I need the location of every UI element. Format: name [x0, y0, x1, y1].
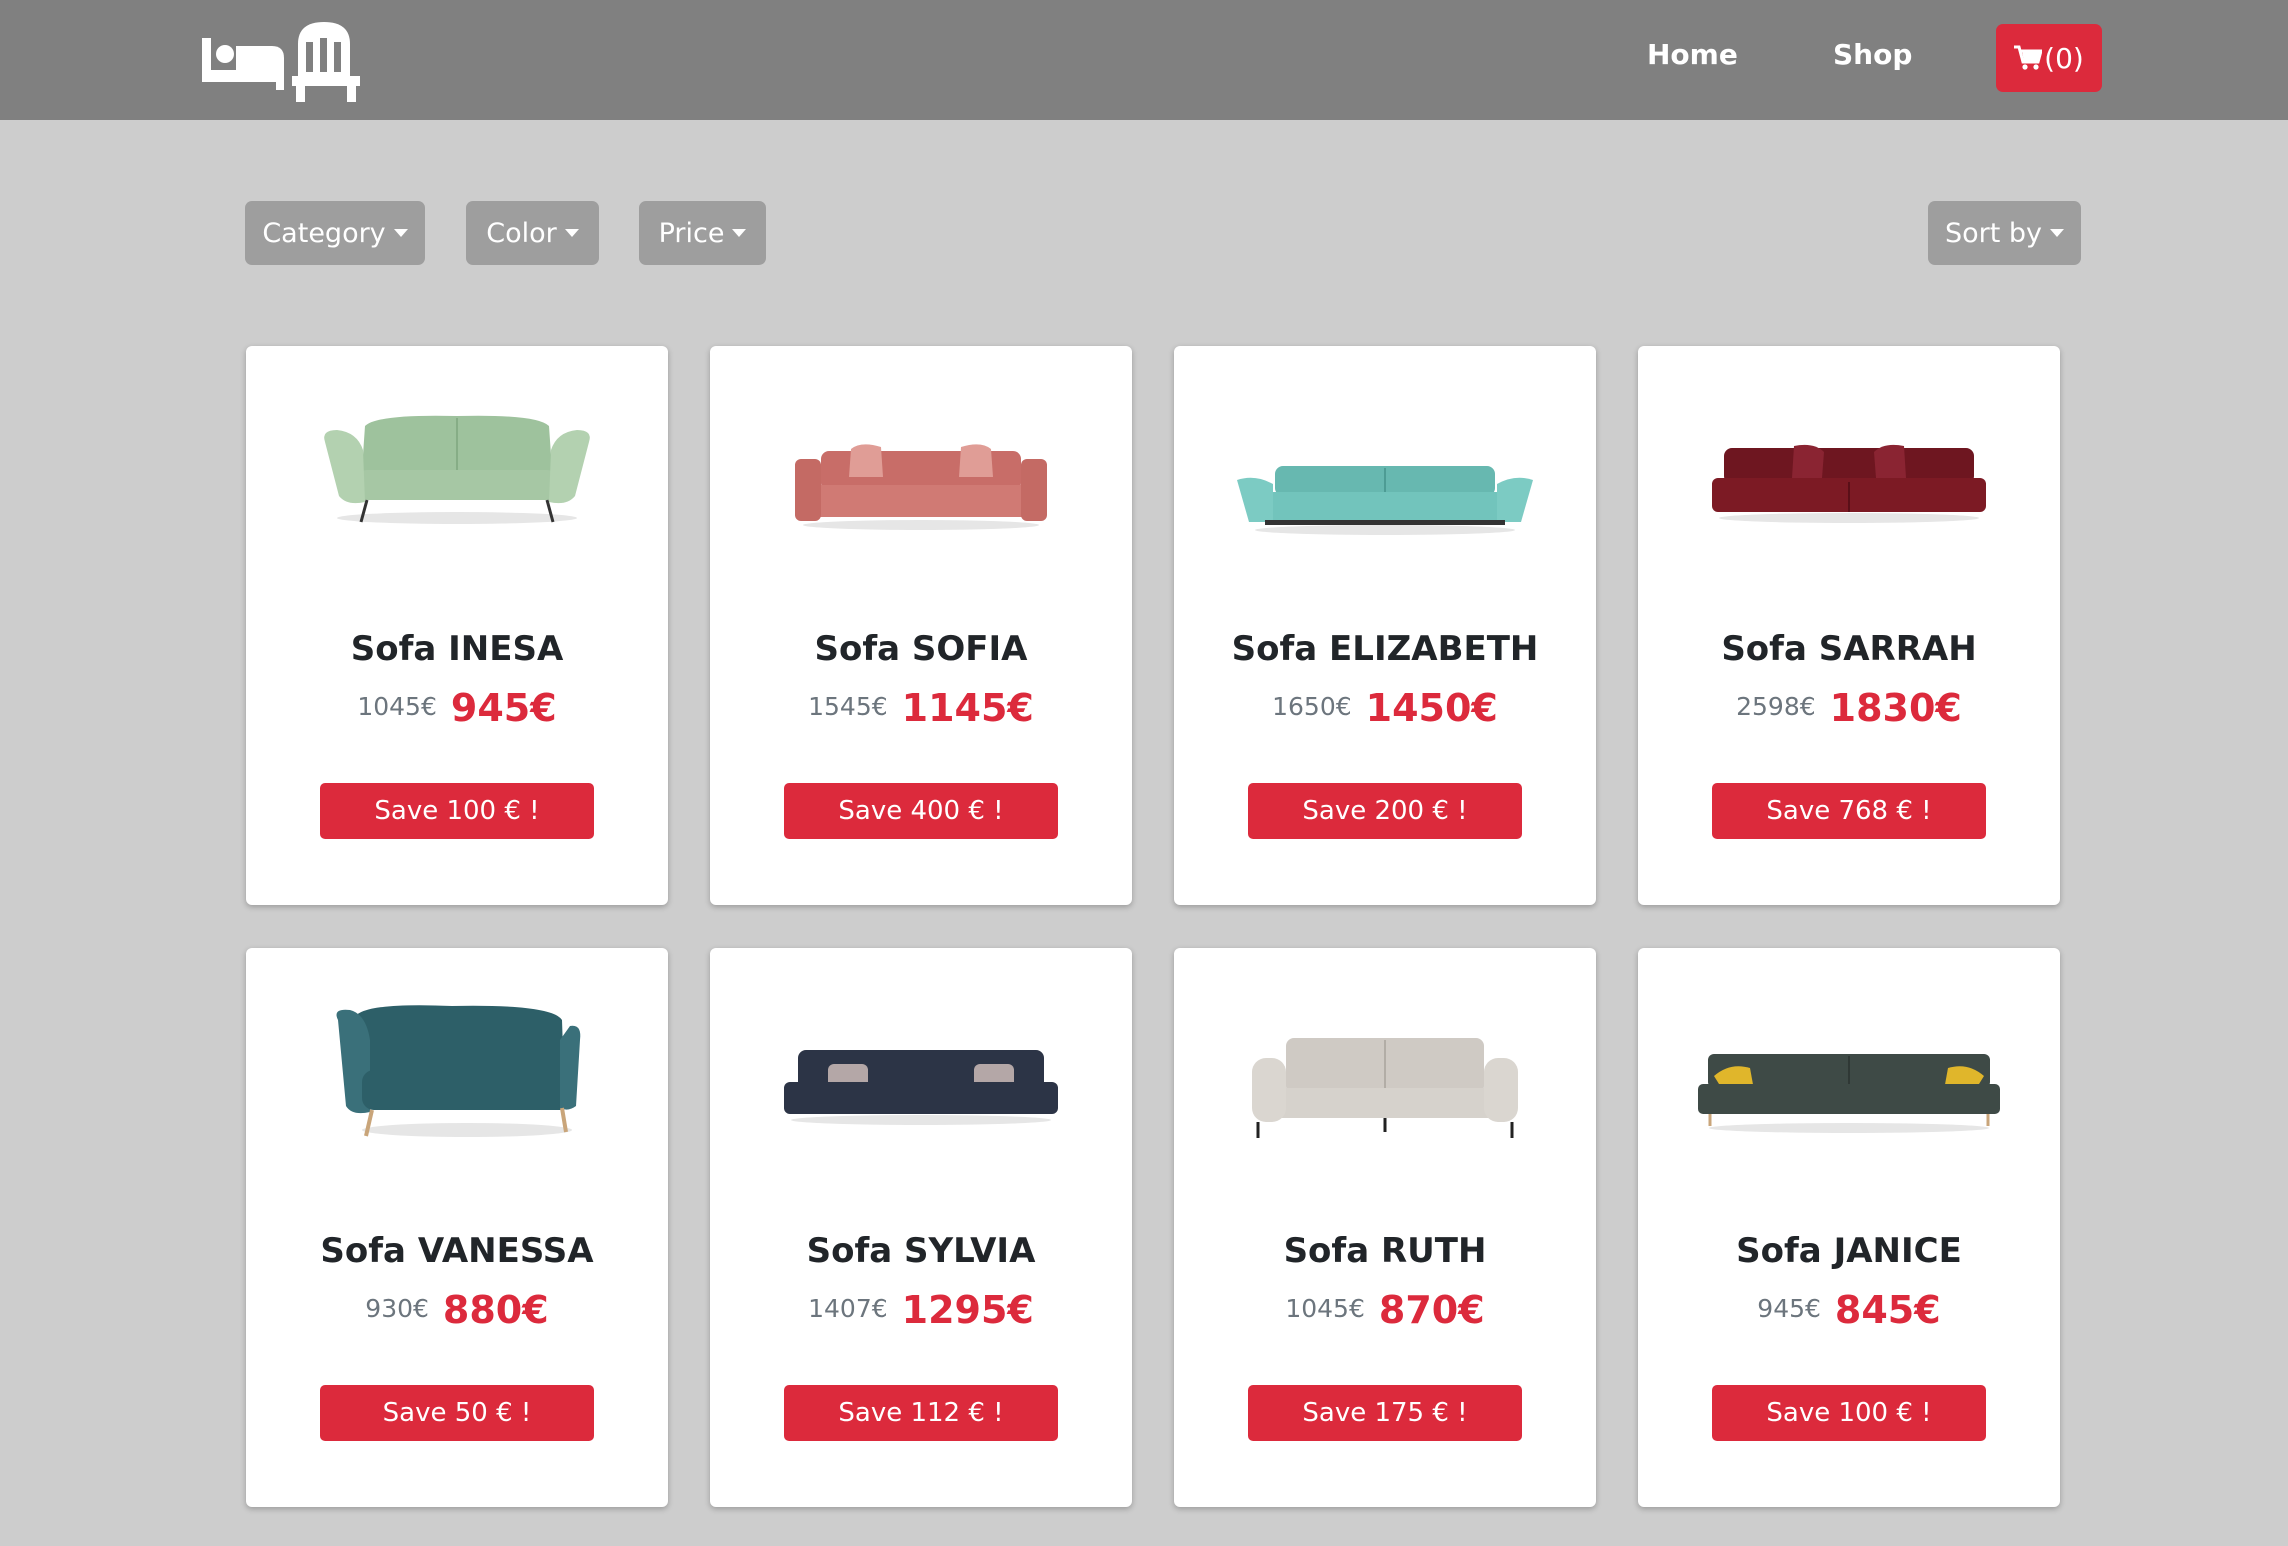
original-price: 2598€ [1736, 692, 1816, 721]
product-title: Sofa VANESSA [320, 1231, 594, 1271]
product-title: Sofa INESA [350, 629, 564, 669]
product-card[interactable]: Sofa VANESSA 930€ 880€ Save 50 € ! [246, 948, 668, 1507]
color-filter-label: Color [486, 217, 557, 249]
price-row: 930€ 880€ [246, 1288, 668, 1332]
sale-price: 845€ [1834, 1288, 1941, 1332]
product-title: Sofa JANICE [1736, 1231, 1962, 1271]
nav-home-link[interactable]: Home [1647, 38, 1738, 71]
save-button[interactable]: Save 112 € ! [784, 1385, 1058, 1441]
price-row: 1545€ 1145€ [710, 686, 1132, 730]
original-price: 1407€ [808, 1294, 888, 1323]
sale-price: 1145€ [901, 686, 1034, 730]
sofa-inesa-image[interactable] [317, 406, 597, 526]
sofa-ruth-image[interactable] [1250, 1032, 1520, 1142]
nav-shop-link[interactable]: Shop [1833, 38, 1912, 71]
sale-price: 870€ [1378, 1288, 1485, 1332]
product-title: Sofa SOFIA [814, 629, 1028, 669]
save-button[interactable]: Save 200 € ! [1248, 783, 1522, 839]
original-price: 1045€ [1285, 1294, 1365, 1323]
sofa-sarrah-image[interactable] [1704, 442, 1994, 524]
product-card[interactable]: Sofa SARRAH 2598€ 1830€ Save 768 € ! [1638, 346, 2060, 905]
product-title: Sofa SYLVIA [806, 1231, 1036, 1271]
sofa-vanessa-image[interactable] [332, 1000, 582, 1140]
price-row: 945€ 845€ [1638, 1288, 2060, 1332]
sofa-janice-image[interactable] [1694, 1050, 2004, 1136]
product-card[interactable]: Sofa INESA 1045€ 945€ Save 100 € ! [246, 346, 668, 905]
product-title: Sofa RUTH [1283, 1231, 1487, 1271]
product-title: Sofa SARRAH [1721, 629, 1977, 669]
furniture-logo-icon[interactable] [202, 20, 360, 102]
sale-price: 945€ [450, 686, 557, 730]
category-filter-dropdown[interactable]: Category [245, 201, 425, 265]
sofa-elizabeth-image[interactable] [1235, 458, 1535, 536]
sort-by-label: Sort by [1944, 217, 2043, 249]
price-row: 1045€ 945€ [246, 686, 668, 730]
save-button[interactable]: Save 100 € ! [320, 783, 594, 839]
original-price: 1045€ [357, 692, 437, 721]
product-card[interactable]: Sofa RUTH 1045€ 870€ Save 175 € ! [1174, 948, 1596, 1507]
product-card[interactable]: Sofa JANICE 945€ 845€ Save 100 € ! [1638, 948, 2060, 1507]
sofa-sylvia-image[interactable] [778, 1044, 1064, 1126]
product-title: Sofa ELIZABETH [1231, 629, 1539, 669]
caret-down-icon [2050, 229, 2065, 237]
cart-count: (0) [2044, 41, 2084, 75]
save-button[interactable]: Save 175 € ! [1248, 1385, 1522, 1441]
price-filter-label: Price [658, 217, 725, 249]
product-card[interactable]: Sofa ELIZABETH 1650€ 1450€ Save 200 € ! [1174, 346, 1596, 905]
caret-down-icon [393, 229, 408, 237]
sale-price: 1450€ [1365, 686, 1498, 730]
sale-price: 880€ [442, 1288, 549, 1332]
price-row: 1407€ 1295€ [710, 1288, 1132, 1332]
sale-price: 1295€ [901, 1288, 1034, 1332]
product-card[interactable]: Sofa SOFIA 1545€ 1145€ Save 400 € ! [710, 346, 1132, 905]
price-row: 1045€ 870€ [1174, 1288, 1596, 1332]
caret-down-icon [564, 229, 579, 237]
price-filter-dropdown[interactable]: Price [639, 201, 766, 265]
caret-down-icon [732, 229, 747, 237]
navbar: Home Shop (0) [0, 0, 2288, 120]
sale-price: 1830€ [1829, 686, 1962, 730]
original-price: 1650€ [1272, 692, 1352, 721]
cart-button[interactable]: (0) [1996, 24, 2102, 92]
sofa-sofia-image[interactable] [791, 441, 1051, 531]
price-row: 2598€ 1830€ [1638, 686, 2060, 730]
category-filter-label: Category [262, 217, 386, 249]
shopping-cart-icon [2014, 45, 2043, 70]
price-row: 1650€ 1450€ [1174, 686, 1596, 730]
sort-by-dropdown[interactable]: Sort by [1928, 201, 2081, 265]
original-price: 1545€ [808, 692, 888, 721]
product-card[interactable]: Sofa SYLVIA 1407€ 1295€ Save 112 € ! [710, 948, 1132, 1507]
save-button[interactable]: Save 768 € ! [1712, 783, 1986, 839]
save-button[interactable]: Save 100 € ! [1712, 1385, 1986, 1441]
original-price: 930€ [365, 1294, 429, 1323]
save-button[interactable]: Save 50 € ! [320, 1385, 594, 1441]
save-button[interactable]: Save 400 € ! [784, 783, 1058, 839]
color-filter-dropdown[interactable]: Color [466, 201, 599, 265]
original-price: 945€ [1757, 1294, 1821, 1323]
